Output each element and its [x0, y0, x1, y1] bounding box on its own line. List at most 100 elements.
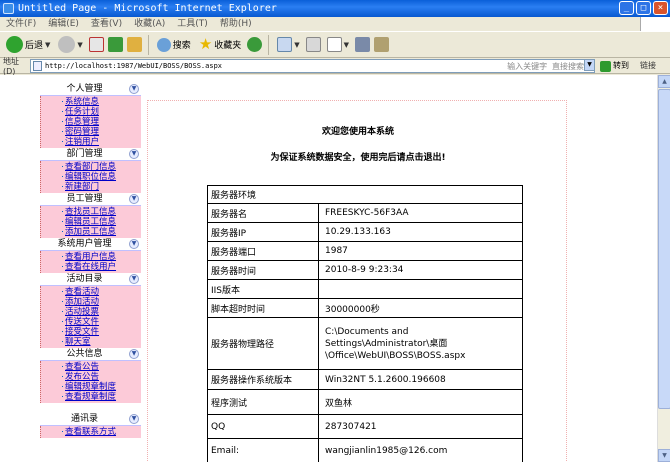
sidebar-item-new-dept[interactable]: 新建部门 — [62, 182, 141, 192]
row-key: Email: — [207, 438, 319, 462]
chevron-down-icon[interactable]: ▼ — [129, 349, 139, 359]
row-value: Win32NT 5.1.2600.196608 — [318, 369, 523, 390]
table-row: QQ 287307421 — [207, 414, 523, 439]
mail-button[interactable]: ▼ — [275, 34, 301, 56]
table-row: 服务器操作系统版本 Win32NT 5.1.2600.196608 — [207, 369, 523, 390]
sidebar-section-body: 查看部门信息 编辑职位信息 新建部门 — [40, 161, 141, 193]
section-title: 系统用户管理 — [57, 239, 112, 249]
sidebar-item-task-plan[interactable]: 任务计划 — [62, 107, 141, 117]
maximize-button[interactable]: □ — [636, 1, 651, 15]
chevron-down-icon[interactable]: ▼ — [129, 274, 139, 284]
home-icon[interactable] — [126, 37, 142, 52]
go-arrow-icon — [600, 60, 611, 72]
menu-tools[interactable]: 工具(T) — [171, 17, 214, 31]
sidebar-item-find-employee[interactable]: 查找员工信息 — [62, 207, 141, 217]
sidebar-item-edit-position[interactable]: 编辑职位信息 — [62, 172, 141, 182]
sidebar-item-view-contacts[interactable]: 查看联系方式 — [62, 427, 141, 437]
sidebar-section-body: 查看联系方式 — [40, 426, 141, 438]
chevron-down-icon[interactable]: ▼ — [129, 149, 139, 159]
table-row: 服务器物理路径 C:\Documents and Settings\Admini… — [207, 317, 523, 370]
print-icon[interactable] — [305, 37, 321, 52]
discuss-icon[interactable] — [355, 37, 371, 52]
back-button[interactable]: 后退 ▼ — [4, 34, 52, 56]
address-dropdown-button[interactable]: ▼ — [584, 59, 595, 71]
sidebar-section-body: 查看用户信息 查看在线用户 — [40, 251, 141, 273]
go-button[interactable]: 转到 — [600, 59, 629, 73]
sidebar-item-view-rules[interactable]: 查看规章制度 — [62, 392, 141, 402]
edit-icon — [326, 37, 342, 52]
sidebar-item-activity-vote[interactable]: 活动投票 — [62, 307, 141, 317]
sidebar-item-logout[interactable]: 注销用户 — [62, 137, 141, 147]
sidebar-section-system-users[interactable]: 系统用户管理 ▼ — [40, 238, 141, 251]
sidebar-section-body: 系统信息 任务计划 信息管理 密码管理 注销用户 — [40, 96, 141, 148]
back-arrow-icon — [6, 36, 23, 53]
refresh-icon[interactable] — [107, 37, 123, 52]
history-icon[interactable] — [247, 37, 263, 52]
row-key: 服务器时间 — [207, 260, 319, 280]
sidebar-item-edit-rules[interactable]: 编辑规章制度 — [62, 382, 141, 392]
table-header-row: 服务器环境 — [207, 185, 523, 204]
sidebar-item-add-employee[interactable]: 添加员工信息 — [62, 227, 141, 237]
table-row: 脚本超时时间 30000000秒 — [207, 298, 523, 318]
welcome-heading: 欢迎您使用本系统 — [321, 127, 394, 137]
menu-file[interactable]: 文件(F) — [0, 17, 42, 31]
stop-icon[interactable] — [88, 37, 104, 52]
minimize-button[interactable]: _ — [619, 1, 634, 15]
sidebar-item-system-info[interactable]: 系统信息 — [62, 97, 141, 107]
search-button[interactable]: 搜索 — [155, 34, 193, 56]
sidebar-item-edit-employee[interactable]: 编辑员工信息 — [62, 217, 141, 227]
menu-favorites[interactable]: 收藏(A) — [128, 17, 171, 31]
chevron-down-icon[interactable]: ▼ — [129, 84, 139, 94]
sidebar-section-employee[interactable]: 员工管理 ▼ — [40, 193, 141, 206]
address-input[interactable]: http://localhost:1987/WebUI/BOSS/BOSS.as… — [30, 59, 595, 73]
scroll-up-arrow-icon[interactable]: ▲ — [658, 75, 670, 88]
scrollbar-thumb[interactable] — [658, 89, 670, 409]
sidebar-section-department[interactable]: 部门管理 ▼ — [40, 148, 141, 161]
menu-help[interactable]: 帮助(H) — [214, 17, 258, 31]
vertical-scrollbar[interactable]: ▲ ▼ — [657, 75, 670, 462]
row-key: 脚本超时时间 — [207, 298, 319, 318]
sidebar-item-add-activity[interactable]: 添加活动 — [62, 297, 141, 307]
menu-view[interactable]: 查看(V) — [85, 17, 128, 31]
sidebar-item-receive-file[interactable]: 接受文件 — [62, 327, 141, 337]
sidebar-item-view-notice[interactable]: 查看公告 — [62, 362, 141, 372]
sidebar-item-password[interactable]: 密码管理 — [62, 127, 141, 137]
sidebar-section-contacts[interactable]: 通讯录 ▼ — [40, 413, 141, 426]
row-key: 程序测试 — [207, 389, 319, 415]
sidebar-item-send-file[interactable]: 传送文件 — [62, 317, 141, 327]
search-icon — [156, 37, 171, 52]
sidebar-item-view-activity[interactable]: 查看活动 — [62, 287, 141, 297]
row-value: 1987 — [318, 241, 523, 261]
sidebar: 个人管理 ▼ 系统信息 任务计划 信息管理 密码管理 注销用户 部门管理 ▼ 查… — [40, 83, 141, 462]
favorites-button[interactable]: ★ 收藏夹 — [197, 34, 243, 56]
sidebar-item-info-manage[interactable]: 信息管理 — [62, 117, 141, 127]
address-label: 地址(D) — [3, 56, 19, 76]
chevron-down-icon[interactable]: ▼ — [129, 239, 139, 249]
go-label: 转到 — [613, 61, 629, 70]
edit-button[interactable]: ▼ — [325, 34, 351, 56]
forward-button[interactable]: ▼ — [56, 34, 84, 56]
sidebar-item-view-users[interactable]: 查看用户信息 — [62, 252, 141, 262]
close-button[interactable]: × — [653, 1, 668, 15]
scroll-down-arrow-icon[interactable]: ▼ — [658, 449, 670, 462]
row-value: 287307421 — [318, 414, 523, 439]
sidebar-section-activities[interactable]: 活动目录 ▼ — [40, 273, 141, 286]
sidebar-section-personal[interactable]: 个人管理 ▼ — [40, 83, 141, 96]
row-value: C:\Documents and Settings\Administrator\… — [318, 317, 523, 370]
address-bar: 地址(D) http://localhost:1987/WebUI/BOSS/B… — [0, 56, 670, 76]
links-label[interactable]: 链接 — [640, 59, 656, 73]
chevron-down-icon[interactable]: ▼ — [129, 194, 139, 204]
title-bar: Untitled Page - Microsoft Internet Explo… — [0, 0, 670, 17]
research-icon[interactable] — [374, 37, 390, 52]
sidebar-item-post-notice[interactable]: 发布公告 — [62, 372, 141, 382]
chevron-down-icon: ▼ — [77, 40, 83, 49]
table-row: 服务器名 FREESKYC-56F3AA — [207, 203, 523, 223]
sidebar-item-online-users[interactable]: 查看在线用户 — [62, 262, 141, 272]
sidebar-section-public-info[interactable]: 公共信息 ▼ — [40, 348, 141, 361]
chevron-down-icon[interactable]: ▼ — [129, 414, 139, 424]
sidebar-item-view-dept[interactable]: 查看部门信息 — [62, 162, 141, 172]
sidebar-item-chat-room[interactable]: 聊天室 — [62, 337, 141, 347]
address-url: http://localhost:1987/WebUI/BOSS/BOSS.as… — [45, 62, 223, 70]
mail-icon — [277, 37, 293, 52]
menu-edit[interactable]: 编辑(E) — [42, 17, 85, 31]
